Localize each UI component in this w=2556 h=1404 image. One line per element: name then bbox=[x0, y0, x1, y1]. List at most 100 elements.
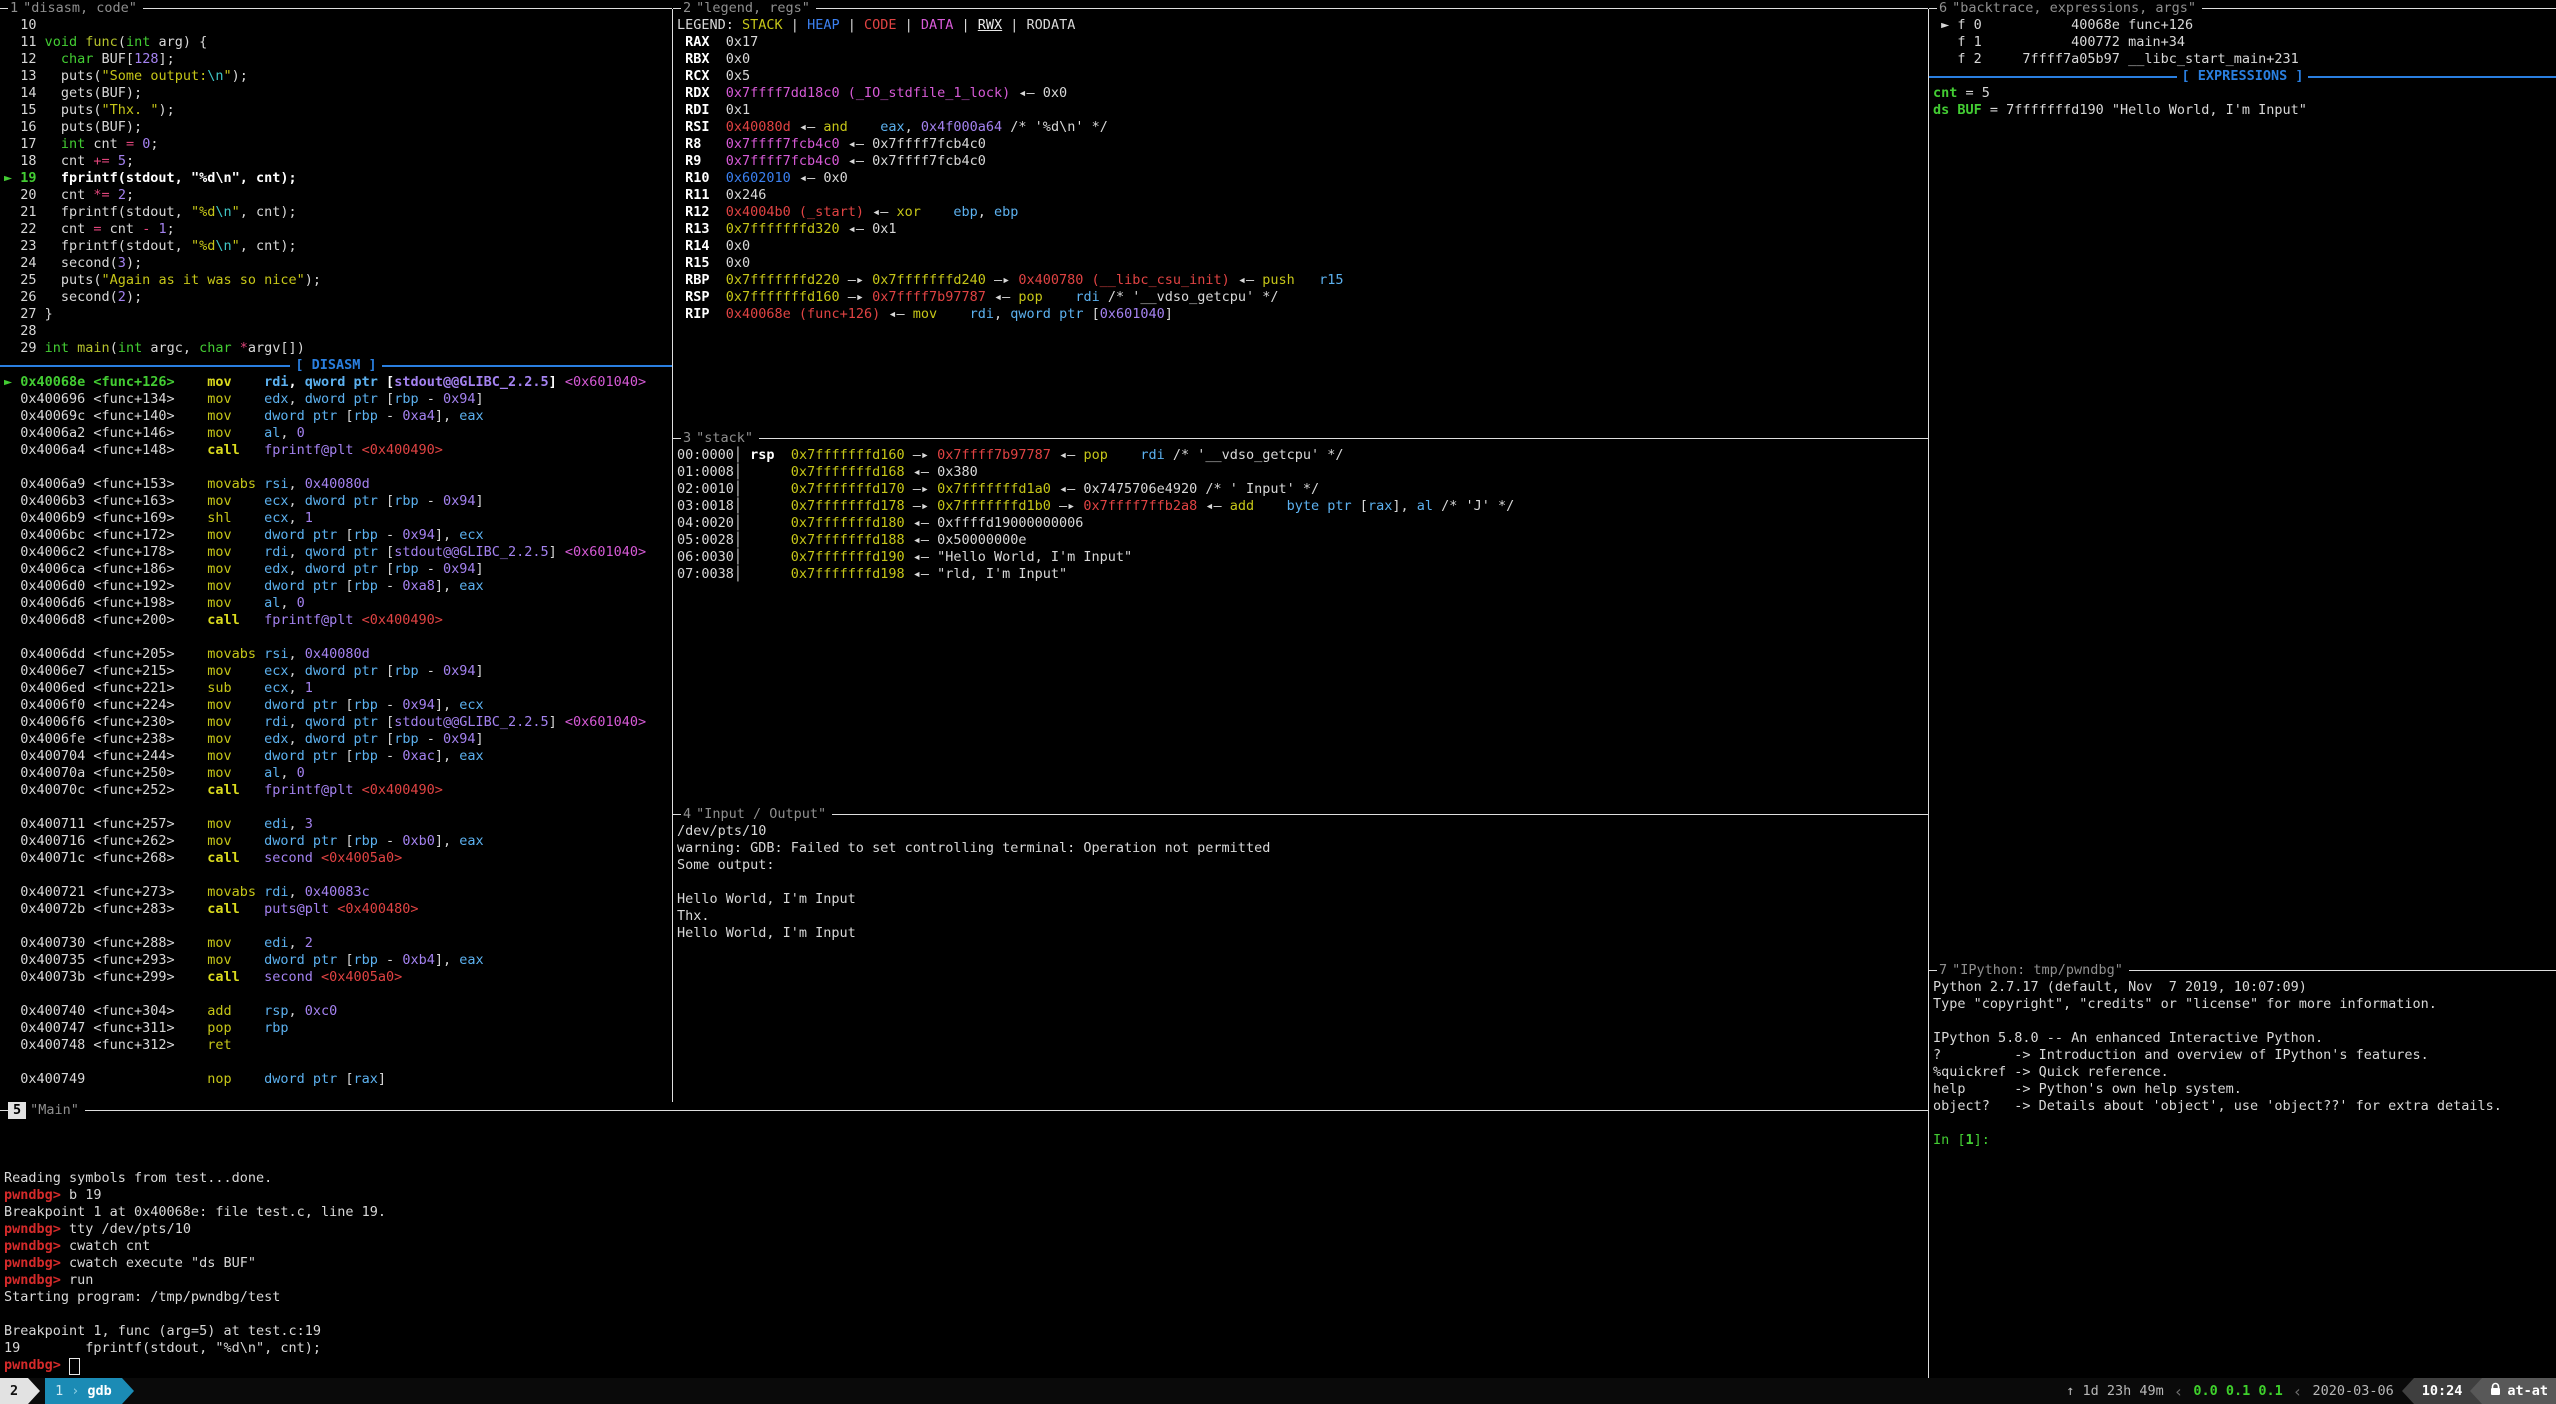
terminal-line: R15 0x0 bbox=[677, 255, 1928, 272]
terminal-line: 12 char BUF[128]; bbox=[4, 51, 672, 68]
pane-ipython-title: 7"IPython: tmp/pwndbg" bbox=[1929, 962, 2556, 979]
terminal-line: Breakpoint 1 at 0x40068e: file test.c, l… bbox=[4, 1204, 1928, 1221]
terminal-line bbox=[4, 629, 672, 646]
terminal-line: 0x4006ed <func+221> sub ecx, 1 bbox=[4, 680, 672, 697]
window-tab-gdb[interactable]: 1›gdb bbox=[45, 1378, 122, 1404]
terminal-line: 03:0018│ 0x7fffffffd178 —▸ 0x7fffffffd1b… bbox=[677, 498, 1928, 515]
terminal-line bbox=[4, 799, 672, 816]
terminal-line: 0x4006a2 <func+146> mov al, 0 bbox=[4, 425, 672, 442]
powerline-arrow-icon bbox=[28, 1378, 40, 1404]
terminal-line: 17 int cnt = 0; bbox=[4, 136, 672, 153]
border-segment bbox=[673, 814, 681, 815]
terminal-line: 0x4006d8 <func+200> call fprintf@plt <0x… bbox=[4, 612, 672, 629]
terminal-line: pwndbg> run bbox=[4, 1272, 1928, 1289]
terminal-line: 0x4006c2 <func+178> mov rdi, qword ptr [… bbox=[4, 544, 672, 561]
hostname-label: at-at bbox=[2482, 1378, 2556, 1404]
powerline-arrow-icon bbox=[2402, 1378, 2414, 1404]
terminal-line: ds BUF = 7fffffffd190 "Hello World, I'm … bbox=[1933, 102, 2556, 119]
pane-main-gdb-console[interactable]: 5"Main" Reading symbols from test...done… bbox=[0, 1102, 1928, 1378]
terminal-line: 18 cnt += 5; bbox=[4, 153, 672, 170]
terminal-line: R12 0x4004b0 (_start) ◂— xor ebp, ebp bbox=[677, 204, 1928, 221]
vertical-divider-left[interactable] bbox=[672, 9, 673, 1102]
border-segment bbox=[1929, 8, 1937, 9]
terminal-line: Type "copyright", "credits" or "license"… bbox=[1933, 996, 2556, 1013]
terminal-line: 14 gets(BUF); bbox=[4, 85, 672, 102]
session-indicator[interactable]: 2 bbox=[0, 1378, 28, 1404]
terminal-line: 0x400740 <func+304> add rsp, 0xc0 bbox=[4, 1003, 672, 1020]
pane-number-active: 5 bbox=[8, 1102, 26, 1119]
terminal-line: 0x40073b <func+299> call second <0x4005a… bbox=[4, 969, 672, 986]
border-segment bbox=[1929, 970, 1937, 971]
pane-input-output[interactable]: 4"Input / Output" /dev/pts/10warning: GD… bbox=[673, 806, 1928, 1102]
border-segment bbox=[673, 8, 681, 9]
disassembly-listing: ► 0x40068e <func+126> mov rdi, qword ptr… bbox=[0, 374, 672, 1088]
terminal-line: RSP 0x7fffffffd160 —▸ 0x7ffff7b97787 ◂— … bbox=[677, 289, 1928, 306]
terminal-line bbox=[677, 874, 1928, 891]
expressions-section-label: [ EXPRESSIONS ] bbox=[2177, 68, 2309, 85]
terminal-line: 0x4006a9 <func+153> movabs rsi, 0x40080d bbox=[4, 476, 672, 493]
pane-title-label: "legend, regs" bbox=[692, 0, 816, 17]
terminal-line: Some output: bbox=[677, 857, 1928, 874]
pane-title-label: "backtrace, expressions, args" bbox=[1948, 0, 2202, 17]
terminal-line: 0x400711 <func+257> mov edi, 3 bbox=[4, 816, 672, 833]
terminal-line: 0x400748 <func+312> ret bbox=[4, 1037, 672, 1054]
terminal-line: 0x4006b9 <func+169> shl ecx, 1 bbox=[4, 510, 672, 527]
terminal-line: 16 puts(BUF); bbox=[4, 119, 672, 136]
terminal-line: 0x40069c <func+140> mov dword ptr [rbp -… bbox=[4, 408, 672, 425]
terminal-line: pwndbg> bbox=[4, 1357, 1928, 1374]
pane-disasm-code-title: 1"disasm, code" bbox=[0, 0, 672, 17]
terminal-line: 19 fprintf(stdout, "%d\n", cnt); bbox=[4, 1340, 1928, 1357]
terminal-line: ► 19 fprintf(stdout, "%d\n", cnt); bbox=[4, 170, 672, 187]
terminal-line: 11 void func(int arg) { bbox=[4, 34, 672, 51]
pane-number: 4 bbox=[681, 806, 692, 823]
date-label: 2020-03-06 bbox=[2304, 1378, 2401, 1404]
pane-stack-title: 3"stack" bbox=[673, 430, 1928, 447]
terminal-line: Breakpoint 1, func (arg=5) at test.c:19 bbox=[4, 1323, 1928, 1340]
terminal-line: ► f 0 40068e func+126 bbox=[1933, 17, 2556, 34]
terminal-line: IPython 5.8.0 -- An enhanced Interactive… bbox=[1933, 1030, 2556, 1047]
disasm-section-separator: [ DISASM ] bbox=[0, 357, 672, 374]
uptime-label: ↑ 1d 23h 49m bbox=[2058, 1378, 2172, 1404]
terminal-line: 0x400730 <func+288> mov edi, 2 bbox=[4, 935, 672, 952]
separator-rule bbox=[0, 365, 290, 367]
window-name: gdb bbox=[87, 1383, 111, 1400]
terminal-line: RBP 0x7fffffffd220 —▸ 0x7fffffffd240 —▸ … bbox=[677, 272, 1928, 289]
terminal-line: 13 puts("Some output:\n"); bbox=[4, 68, 672, 85]
terminal-line: 20 cnt *= 2; bbox=[4, 187, 672, 204]
terminal-line: 02:0010│ 0x7fffffffd170 —▸ 0x7fffffffd1a… bbox=[677, 481, 1928, 498]
terminal-line: f 2 7ffff7a05b97 __libc_start_main+231 bbox=[1933, 51, 2556, 68]
terminal-line: 10 bbox=[4, 17, 672, 34]
terminal-line: R13 0x7fffffffd320 ◂— 0x1 bbox=[677, 221, 1928, 238]
terminal-line: f 1 400772 main+34 bbox=[1933, 34, 2556, 51]
terminal-line: object? -> Details about 'object', use '… bbox=[1933, 1098, 2556, 1115]
pane-number: 2 bbox=[681, 0, 692, 17]
terminal-line: 0x4006dd <func+205> movabs rsi, 0x40080d bbox=[4, 646, 672, 663]
backtrace-frames-listing: ► f 0 40068e func+126 f 1 400772 main+34… bbox=[1929, 17, 2556, 68]
pane-title-label: "Input / Output" bbox=[692, 806, 832, 823]
terminal-line: Thx. bbox=[677, 908, 1928, 925]
pane-disasm-code[interactable]: 1"disasm, code" 10 11 void func(int arg)… bbox=[0, 0, 672, 1102]
terminal-line: 15 puts("Thx. "); bbox=[4, 102, 672, 119]
pane-ipython[interactable]: 7"IPython: tmp/pwndbg" Python 2.7.17 (de… bbox=[1929, 962, 2556, 1378]
terminal-line: 0x4006a4 <func+148> call fprintf@plt <0x… bbox=[4, 442, 672, 459]
terminal-line bbox=[1933, 1115, 2556, 1132]
terminal-line: 0x400749 nop dword ptr [rax] bbox=[4, 1071, 672, 1088]
terminal-line bbox=[4, 1153, 1928, 1170]
ipython-console-listing[interactable]: Python 2.7.17 (default, Nov 7 2019, 10:0… bbox=[1929, 979, 2556, 1149]
terminal-line: 0x40071c <func+268> call second <0x4005a… bbox=[4, 850, 672, 867]
terminal-line: 06:0030│ 0x7fffffffd190 ◂— "Hello World,… bbox=[677, 549, 1928, 566]
status-bar-right: ↑ 1d 23h 49m ‹ 0.0 0.1 0.1 ‹ 2020-03-06 … bbox=[2058, 1378, 2556, 1404]
separator-rule bbox=[382, 365, 672, 367]
vertical-divider-right[interactable] bbox=[1928, 9, 1929, 1378]
border-segment bbox=[2129, 970, 2556, 971]
pane-backtrace-expressions[interactable]: 6"backtrace, expressions, args" ► f 0 40… bbox=[1929, 0, 2556, 962]
pane-legend-regs[interactable]: 2"legend, regs" LEGEND: STACK | HEAP | C… bbox=[673, 0, 1928, 430]
terminal-line: ► 0x40068e <func+126> mov rdi, qword ptr… bbox=[4, 374, 672, 391]
terminal-line: 0x40070c <func+252> call fprintf@plt <0x… bbox=[4, 782, 672, 799]
pane-number: 7 bbox=[1937, 962, 1948, 979]
pane-stack[interactable]: 3"stack" 00:0000│ rsp 0x7fffffffd160 —▸ … bbox=[673, 430, 1928, 806]
pane-number: 6 bbox=[1937, 0, 1948, 17]
gdb-console-listing[interactable]: Reading symbols from test...done.pwndbg>… bbox=[0, 1119, 1928, 1374]
terminal-line: RCX 0x5 bbox=[677, 68, 1928, 85]
terminal-line: cnt = 5 bbox=[1933, 85, 2556, 102]
